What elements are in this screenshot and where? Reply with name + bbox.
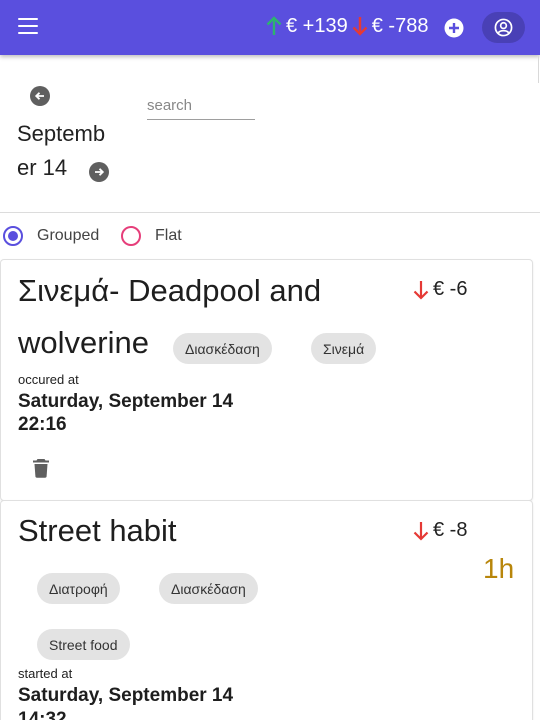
date-line-2: er 14 bbox=[17, 155, 68, 180]
app-bar: € +139 € -788 bbox=[0, 0, 540, 55]
account-button[interactable] bbox=[482, 12, 525, 43]
time-label: occured at bbox=[18, 372, 79, 387]
amount-value: € -6 bbox=[433, 278, 468, 300]
date-navigator: Septemb er 14 bbox=[0, 83, 540, 213]
flat-radio[interactable] bbox=[121, 226, 141, 246]
transaction-time: 22:16 bbox=[18, 414, 67, 435]
header-spacer bbox=[0, 55, 540, 83]
account-circle-icon bbox=[494, 18, 513, 37]
tag-chip[interactable]: Σινεμά bbox=[311, 333, 377, 364]
view-mode-selector: Grouped Flat bbox=[0, 224, 540, 248]
transaction-date: Saturday, September 14 bbox=[18, 685, 234, 706]
tag-chip[interactable]: Διασκέδαση bbox=[173, 333, 272, 364]
duration-badge: 1h bbox=[483, 553, 515, 584]
transaction-title: Σινεμά- Deadpool and bbox=[18, 273, 322, 308]
add-circle-icon[interactable] bbox=[444, 18, 464, 38]
tag-chip[interactable]: Διατροφή bbox=[37, 573, 120, 604]
totals-summary: € +139 € -788 bbox=[266, 14, 430, 38]
time-label: started at bbox=[18, 666, 73, 681]
menu-icon[interactable] bbox=[18, 18, 38, 34]
flat-label[interactable]: Flat bbox=[155, 227, 182, 245]
date-line-1: Septemb bbox=[17, 121, 106, 146]
arrow-up-icon bbox=[266, 16, 282, 35]
transaction-time: 14:32 bbox=[18, 709, 67, 720]
transaction-title: Street habit bbox=[18, 513, 177, 548]
arrow-down-icon bbox=[352, 17, 368, 36]
tag-chip[interactable]: Street food bbox=[37, 629, 130, 660]
tag-chip[interactable]: Διασκέδαση bbox=[159, 573, 258, 604]
transaction-card[interactable]: Σινεμά- Deadpool and wolverine € -6 Διασ… bbox=[0, 259, 533, 501]
next-day-button[interactable] bbox=[89, 162, 109, 182]
arrow-right-icon bbox=[95, 168, 105, 176]
transaction-card[interactable]: Street habit € -8 1h Διατροφή Διασκέδαση… bbox=[0, 500, 533, 720]
delete-icon[interactable] bbox=[32, 458, 50, 478]
grouped-label[interactable]: Grouped bbox=[37, 227, 99, 245]
transaction-amount: € -8 bbox=[413, 519, 467, 542]
grouped-radio[interactable] bbox=[3, 226, 23, 246]
arrow-left-icon bbox=[34, 92, 44, 100]
transaction-title-continued: wolverine bbox=[18, 325, 149, 360]
transaction-date: Saturday, September 14 bbox=[18, 391, 234, 412]
expense-total: € -788 bbox=[371, 14, 429, 37]
arrow-down-icon bbox=[413, 521, 429, 541]
income-total: € +139 bbox=[286, 14, 348, 37]
search-input[interactable] bbox=[147, 92, 255, 120]
previous-day-button[interactable] bbox=[30, 86, 50, 106]
transaction-amount: € -6 bbox=[413, 278, 467, 301]
amount-value: € -8 bbox=[433, 519, 468, 541]
arrow-down-icon bbox=[413, 280, 429, 300]
